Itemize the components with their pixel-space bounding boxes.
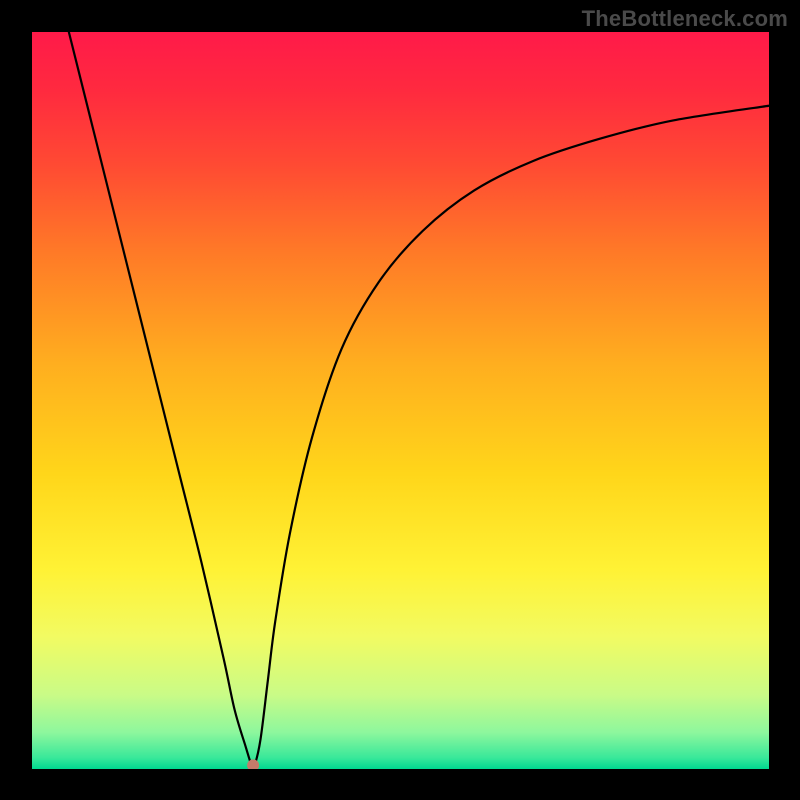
- watermark-text: TheBottleneck.com: [582, 6, 788, 32]
- plot-area: [32, 32, 769, 769]
- chart-frame: TheBottleneck.com: [0, 0, 800, 800]
- gradient-background: [32, 32, 769, 769]
- chart-svg: [32, 32, 769, 769]
